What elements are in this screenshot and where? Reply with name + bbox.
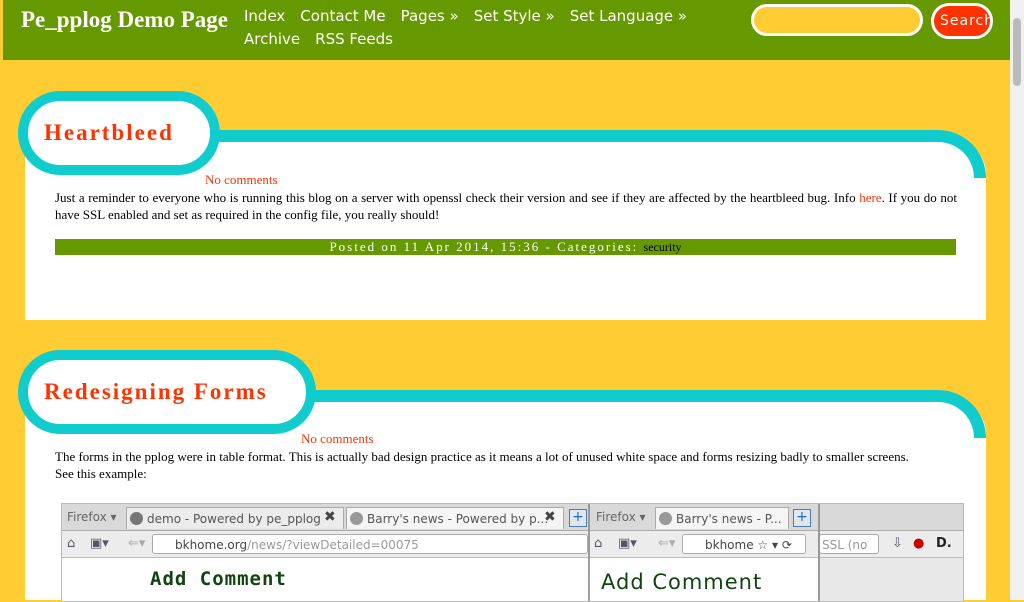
favicon-icon xyxy=(130,512,143,525)
post-title[interactable]: Redesigning Forms xyxy=(44,379,268,405)
comments-link[interactable]: No comments xyxy=(301,431,374,447)
shot-tabbar: Firefox ▾ demo - Powered by pe_pplog ✖ B… xyxy=(62,504,963,531)
site-header: Pe_pplog Demo Page Index Contact Me Pages … xyxy=(0,0,1010,60)
shot-divider xyxy=(818,504,820,601)
url-host: bkhome xyxy=(705,538,754,552)
shot-firefox-menu: Firefox ▾ xyxy=(596,510,646,524)
favicon-icon xyxy=(350,512,363,525)
new-tab-icon: + xyxy=(793,509,811,527)
ssl-text: SSL (no xyxy=(822,538,868,552)
back-icon: ⇐▾ xyxy=(128,536,146,551)
shot-tab-label: Barry's news - Powered by p... xyxy=(367,512,549,526)
title-band xyxy=(190,130,986,178)
site-title[interactable]: Pe_pplog Demo Page xyxy=(21,4,231,36)
post-meta-text: Posted on 11 Apr 2014, 15:36 - Categorie… xyxy=(329,239,639,254)
title-band xyxy=(285,390,986,438)
shot-url: bkhome ☆ ▾ ⟳ xyxy=(682,534,806,554)
scroll-thumb[interactable] xyxy=(1013,18,1021,86)
nav-item-set-language[interactable]: Set Language » xyxy=(570,5,687,28)
favicon-icon xyxy=(659,512,672,525)
home-icon: ⌂ xyxy=(594,536,603,551)
url-path: /news/?viewDetailed=00075 xyxy=(247,538,419,552)
shot-heading: Add Comment xyxy=(150,568,287,590)
shot-urlbar-row: ⌂ ▣▾ ⇐▾ bkhome.org/news/?viewDetailed=00… xyxy=(62,531,963,558)
post-title[interactable]: Heartbleed xyxy=(44,120,174,146)
nav-item-pages[interactable]: Pages » xyxy=(401,5,459,28)
shot-heading: Add Comment xyxy=(601,570,763,594)
shot-ssl-field: SSL (no xyxy=(819,534,879,554)
shot-tab: Barry's news - Powered by p... xyxy=(346,507,564,529)
main-nav: Index Contact Me Pages » Set Style » Set Lan… xyxy=(244,5,764,51)
addon-icon: D. xyxy=(936,536,952,551)
close-tab-icon: ✖ xyxy=(324,509,336,525)
back-icon: ⇐▾ xyxy=(658,536,676,551)
shot-firefox-menu: Firefox ▾ xyxy=(67,510,117,524)
post-text: The forms in the pplog were in table for… xyxy=(55,448,957,482)
shot-page-right: Add Comment xyxy=(589,558,818,601)
nav-item-archive[interactable]: Archive xyxy=(244,28,300,51)
shot-page-left: Add Comment xyxy=(62,558,588,601)
comments-link[interactable]: No comments xyxy=(205,172,278,188)
post-paragraph: See this example: xyxy=(55,466,147,481)
post-title-pill: Redesigning Forms xyxy=(18,350,316,434)
post-text: Just a reminder to everyone who is runni… xyxy=(55,189,957,223)
page-scrollbar[interactable] xyxy=(1010,0,1024,600)
post-title-pill: Heartbleed xyxy=(18,91,220,175)
shot-url: bkhome.org/news/?viewDetailed=00075 xyxy=(152,534,588,554)
nav-item-index[interactable]: Index xyxy=(244,5,285,28)
post-paragraph: The forms in the pplog were in table for… xyxy=(55,449,909,464)
nav-item-set-style[interactable]: Set Style » xyxy=(474,5,555,28)
addon-icon: ● xyxy=(913,536,925,551)
info-link[interactable]: here xyxy=(859,190,881,205)
example-screenshot: Firefox ▾ demo - Powered by pe_pplog ✖ B… xyxy=(61,503,964,602)
close-tab-icon: ✖ xyxy=(544,509,556,525)
home-icon: ⌂ xyxy=(67,536,76,551)
new-tab-icon: + xyxy=(569,509,587,527)
category-link[interactable]: security xyxy=(644,240,682,254)
bookmark-icon: ▣▾ xyxy=(90,536,109,551)
shot-tab: Barry's news - P... xyxy=(655,507,789,529)
post-meta: Posted on 11 Apr 2014, 15:36 - Categorie… xyxy=(55,239,956,255)
url-host: bkhome.org xyxy=(175,538,248,552)
post-text-part: Just a reminder to everyone who is runni… xyxy=(55,190,860,205)
search-input[interactable] xyxy=(751,4,923,36)
shot-tab-label: Barry's news - P... xyxy=(676,512,782,526)
shot-tab-label: demo - Powered by pe_pplog xyxy=(147,512,321,526)
shot-tab: demo - Powered by pe_pplog xyxy=(126,507,344,529)
bookmark-icon: ▣▾ xyxy=(618,536,637,551)
nav-item-rss[interactable]: RSS Feeds xyxy=(315,28,393,51)
download-icon: ⇩ xyxy=(892,536,903,551)
nav-item-contact[interactable]: Contact Me xyxy=(300,5,385,28)
search-button[interactable]: Search xyxy=(931,3,993,39)
